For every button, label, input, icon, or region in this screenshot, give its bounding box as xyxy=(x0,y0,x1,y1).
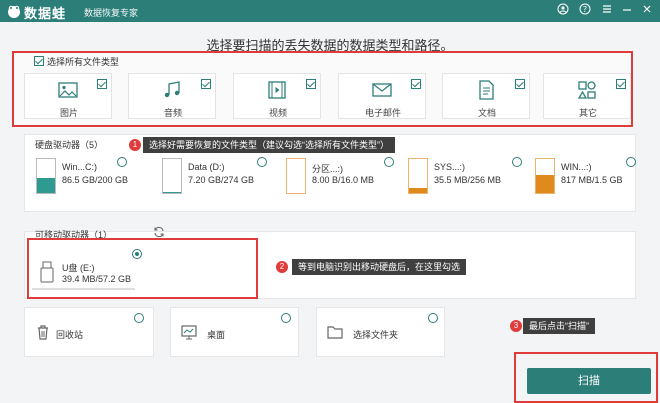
filetype-label: 电子邮件 xyxy=(364,108,401,118)
tip-2: 等到电脑识别出移动硬盘后，在这里勾选 xyxy=(292,259,467,275)
drive-radio[interactable] xyxy=(626,157,636,167)
filetype-label: 视频 xyxy=(268,108,287,118)
location-radio[interactable] xyxy=(281,313,291,323)
disk-fill xyxy=(163,191,181,193)
location-label: 选择文件夹 xyxy=(353,330,399,340)
usb-drive-name: U盘 (E:) xyxy=(62,263,95,273)
filetype-checkbox[interactable] xyxy=(201,79,211,89)
disk-icon xyxy=(286,158,306,194)
usb-drive-size: 39.4 MB/57.2 GB xyxy=(62,274,132,284)
recycle-bin-icon xyxy=(38,325,48,340)
help-icon[interactable]: ? xyxy=(578,3,592,17)
refresh-icon[interactable] xyxy=(153,226,165,238)
filetype-checkbox[interactable] xyxy=(515,79,525,89)
app-brand: 数据蛙 xyxy=(24,6,67,21)
drive-radio[interactable] xyxy=(117,157,127,167)
menu-icon[interactable] xyxy=(600,3,614,17)
filetype-card-email[interactable]: 电子邮件 xyxy=(338,73,426,119)
app-subtitle: 数据恢复专家 xyxy=(84,8,139,18)
removable-title: 可移动驱动器（1） xyxy=(35,230,113,240)
filetype-card-video[interactable]: 视频 xyxy=(233,73,321,119)
drive-size: 86.5 GB/200 GB xyxy=(62,175,129,185)
filetype-checkbox[interactable] xyxy=(411,79,421,89)
filetype-checkbox[interactable] xyxy=(616,79,626,89)
drive-name: WIN...:) xyxy=(561,162,592,172)
drive-size: 817 MB/1.5 GB xyxy=(561,175,623,185)
minimize-icon[interactable] xyxy=(620,3,634,17)
location-label: 桌面 xyxy=(207,330,226,340)
filetype-label: 文档 xyxy=(477,108,496,118)
filetype-checkbox[interactable] xyxy=(306,79,316,89)
drive-name: Data (D:) xyxy=(188,162,225,172)
filetype-card-document[interactable]: 文档 xyxy=(442,73,530,119)
disk-fill xyxy=(37,178,55,193)
location-radio[interactable] xyxy=(134,313,144,323)
location-choose-folder[interactable]: 选择文件夹 xyxy=(316,307,445,357)
disk-icon xyxy=(408,158,428,194)
disk-icon xyxy=(36,158,56,194)
tip-number-2: 2 xyxy=(276,261,288,273)
tip-number-3: 3 xyxy=(510,320,522,332)
drive-name: SYS...:) xyxy=(434,162,466,172)
hard-drive-title: 硬盘驱动器（5） xyxy=(35,140,104,150)
select-all-checkbox[interactable] xyxy=(34,56,44,66)
usb-icon xyxy=(40,261,54,283)
frog-logo-icon xyxy=(8,5,20,18)
scan-button[interactable]: 扫描 xyxy=(527,368,651,394)
tip-1: 选择好需要恢复的文件类型（建议勾选“选择所有文件类型”） xyxy=(143,137,395,153)
filetype-label: 图片 xyxy=(59,108,78,118)
filetype-label: 其它 xyxy=(578,108,597,118)
video-icon xyxy=(268,81,286,99)
close-icon[interactable] xyxy=(640,3,654,17)
desktop-icon xyxy=(181,325,197,340)
location-label: 回收站 xyxy=(56,330,84,340)
drive-radio[interactable] xyxy=(257,157,267,167)
tip-number-1: 1 xyxy=(129,139,141,151)
folder-icon xyxy=(327,326,343,339)
filetype-card-other[interactable]: 其它 xyxy=(543,73,631,119)
select-all-label: 选择所有文件类型 xyxy=(47,57,120,67)
drive-name: Win...C:) xyxy=(62,162,97,172)
disk-icon xyxy=(162,158,182,194)
drive-radio[interactable] xyxy=(384,157,394,167)
drive-size: 7.20 GB/274 GB xyxy=(188,175,255,185)
drive-size: 35.5 MB/256 MB xyxy=(434,175,502,185)
filetype-label: 音频 xyxy=(163,108,182,118)
filetype-card-audio[interactable]: 音频 xyxy=(128,73,216,119)
image-icon xyxy=(58,82,78,98)
drive-radio[interactable] xyxy=(512,157,522,167)
svg-text:?: ? xyxy=(583,5,587,14)
location-radio[interactable] xyxy=(428,313,438,323)
other-icon xyxy=(577,81,596,99)
usb-usage-bar xyxy=(32,288,135,290)
music-icon xyxy=(164,81,180,98)
user-icon[interactable] xyxy=(556,3,570,17)
document-icon xyxy=(479,80,494,100)
disk-fill xyxy=(409,188,427,193)
location-desktop[interactable]: 桌面 xyxy=(170,307,299,357)
email-icon xyxy=(372,83,392,97)
disk-icon xyxy=(535,158,555,194)
tip-3: 最后点击“扫描” xyxy=(523,318,595,334)
drive-name: 分区...:) xyxy=(312,164,343,174)
usb-radio-selected[interactable] xyxy=(132,249,142,259)
title-bar: 数据蛙 数据恢复专家 ? xyxy=(0,0,660,22)
filetype-checkbox[interactable] xyxy=(97,79,107,89)
disk-fill xyxy=(536,174,554,193)
drive-size: 8.00 B/16.0 MB xyxy=(312,175,375,185)
filetype-card-image[interactable]: 图片 xyxy=(24,73,112,119)
